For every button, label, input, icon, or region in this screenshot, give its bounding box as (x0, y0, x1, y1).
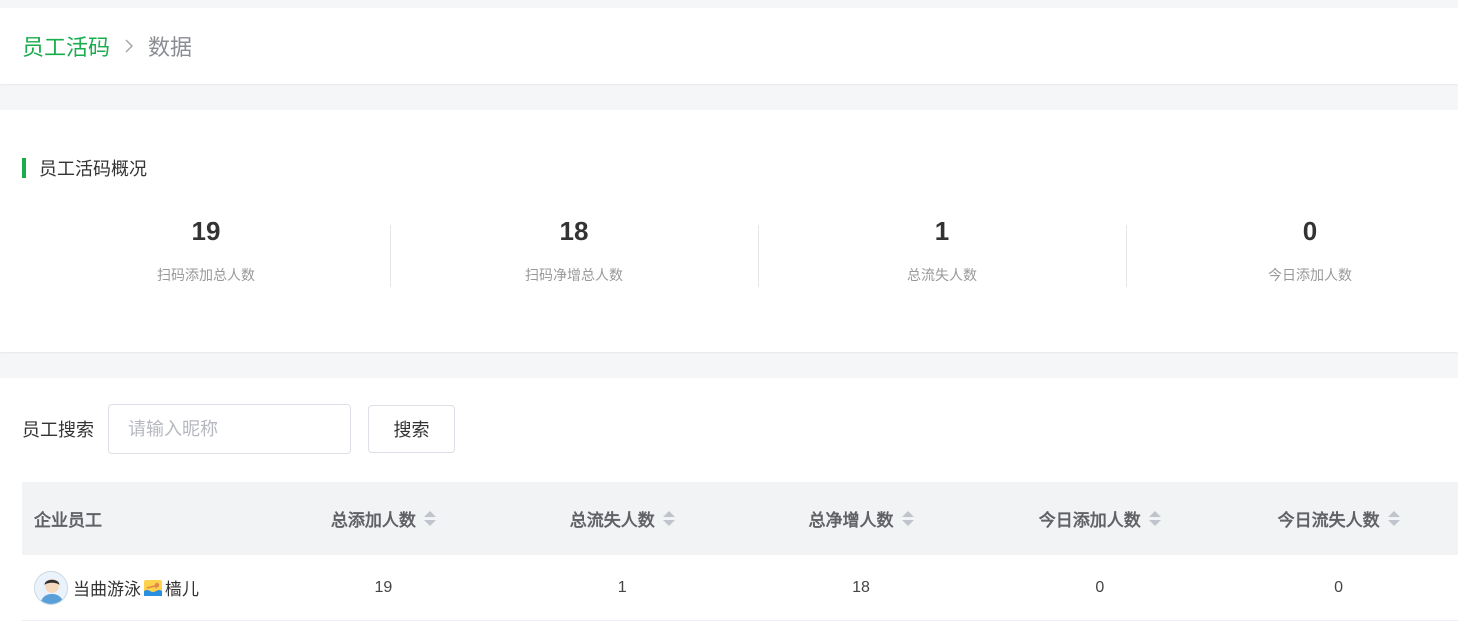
stat-value: 0 (1302, 216, 1318, 246)
cell-total-lost: 1 (617, 578, 627, 596)
stat-value: 1 (934, 216, 950, 246)
stat-net-growth: 18 扫码净增总人数 (390, 216, 758, 289)
column-header-net-growth[interactable]: 总净增人数 (742, 506, 981, 531)
sort-icon[interactable] (901, 511, 914, 526)
column-header-today-lost[interactable]: 今日流失人数 (1219, 506, 1458, 531)
column-header-total-lost[interactable]: 总流失人数 (503, 506, 742, 531)
stat-total-added: 19 扫码添加总人数 (22, 216, 390, 289)
overview-card: 员工活码概况 19 扫码添加总人数 18 扫码净增总人数 1 总流失人数 0 今… (0, 110, 1458, 352)
sort-icon[interactable] (662, 511, 675, 526)
staff-cell: 当曲游泳 樯儿 (22, 570, 264, 605)
data-panel: 员工搜索 搜索 企业员工 总添加人数 总流失人数 总净增人数 今日添加人数 (0, 378, 1458, 633)
cell-net-growth: 18 (852, 578, 870, 596)
cell-today-added: 0 (1095, 578, 1105, 596)
cell-today-lost: 0 (1334, 578, 1344, 596)
cell-total-added: 19 (374, 578, 393, 596)
search-input[interactable] (108, 404, 351, 454)
breadcrumb-current: 数据 (148, 36, 193, 61)
staff-table: 企业员工 总添加人数 总流失人数 总净增人数 今日添加人数 今日流失人数 当曲游… (22, 482, 1458, 621)
swimmer-emoji-icon (144, 579, 162, 596)
column-header-label: 企业员工 (34, 511, 102, 531)
column-header-staff: 企业员工 (22, 506, 264, 531)
column-header-label: 总净增人数 (808, 511, 894, 531)
stats-row: 19 扫码添加总人数 18 扫码净增总人数 1 总流失人数 0 今日添加人数 (22, 216, 1458, 289)
stat-value: 18 (559, 216, 589, 246)
section-accent-bar (22, 158, 26, 178)
stat-today-added: 0 今日添加人数 (1126, 216, 1458, 289)
column-header-label: 今日流失人数 (1277, 511, 1380, 531)
table-row: 当曲游泳 樯儿 19 1 18 0 0 (22, 555, 1458, 621)
section-title: 员工活码概况 (22, 155, 147, 181)
staff-name-prefix: 当曲游泳 (73, 580, 141, 600)
top-strip (0, 0, 1458, 8)
stat-label: 扫码添加总人数 (157, 268, 255, 284)
avatar (34, 570, 68, 605)
column-header-today-added[interactable]: 今日添加人数 (980, 506, 1219, 531)
stat-label: 扫码净增总人数 (525, 268, 623, 284)
stat-total-lost: 1 总流失人数 (758, 216, 1126, 289)
chevron-right-icon (122, 39, 136, 53)
stat-label: 今日添加人数 (1268, 268, 1352, 284)
search-label: 员工搜索 (22, 420, 94, 441)
search-button[interactable]: 搜索 (368, 405, 455, 453)
sort-icon[interactable] (423, 511, 436, 526)
staff-name-suffix: 樯儿 (165, 580, 199, 600)
column-header-label: 总流失人数 (569, 511, 655, 531)
search-row: 员工搜索 搜索 (22, 404, 455, 454)
stat-label: 总流失人数 (907, 268, 977, 284)
column-header-label: 今日添加人数 (1038, 511, 1141, 531)
column-header-total-added[interactable]: 总添加人数 (264, 506, 503, 531)
breadcrumb-root-link[interactable]: 员工活码 (22, 30, 110, 62)
sort-icon[interactable] (1387, 511, 1400, 526)
stat-value: 19 (191, 216, 221, 246)
column-header-label: 总添加人数 (330, 511, 416, 531)
section-title-text: 员工活码概况 (39, 159, 147, 180)
sort-icon[interactable] (1148, 511, 1161, 526)
breadcrumb: 员工活码 数据 (0, 8, 1458, 84)
table-header: 企业员工 总添加人数 总流失人数 总净增人数 今日添加人数 今日流失人数 (22, 482, 1458, 555)
